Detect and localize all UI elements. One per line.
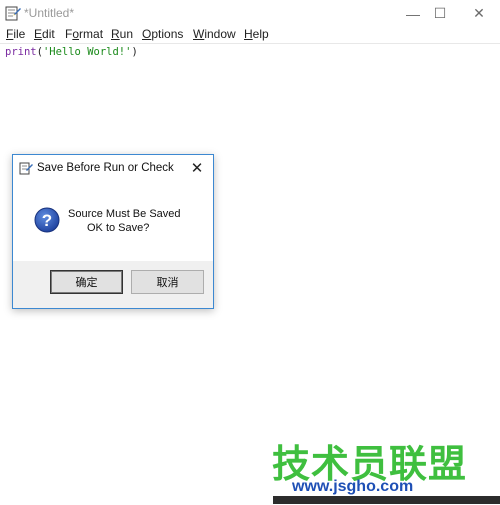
watermark: 技术员联盟 www.jsgho.com	[272, 433, 500, 504]
ok-button[interactable]: 确定	[50, 270, 123, 294]
maximize-icon: ☐	[433, 5, 447, 21]
watermark-url: www.jsgho.com	[292, 478, 414, 495]
menu-edit[interactable]: Edit	[34, 27, 55, 41]
menu-run[interactable]: Run	[111, 27, 133, 41]
menu-format[interactable]: Format	[65, 27, 103, 41]
menu-help[interactable]: Help	[244, 27, 269, 41]
dialog-close-button[interactable]: ✕	[187, 158, 207, 178]
code-line: print('Hello World!')	[5, 46, 138, 58]
dialog-footer: 确定 取消	[13, 261, 213, 308]
code-paren-close: )	[131, 46, 138, 58]
dialog-message-line2: OK to Save?	[87, 222, 150, 234]
menu-bar: File Edit Format Run Options Window Help	[0, 27, 500, 43]
dialog-titlebar[interactable]: Save Before Run or Check ✕	[13, 155, 213, 181]
dialog-message-line1: Source Must Be Saved	[68, 208, 181, 220]
window-titlebar[interactable]: *Untitled* — ☐ ✕	[0, 0, 500, 27]
window-title: *Untitled*	[24, 6, 75, 20]
python-idle-icon	[5, 6, 21, 21]
dialog-title: Save Before Run or Check	[37, 162, 174, 174]
menu-options[interactable]: Options	[142, 27, 183, 41]
close-button[interactable]: ✕	[456, 0, 500, 27]
dialog-body: ? Source Must Be Saved OK to Save?	[13, 181, 213, 261]
taskbar-strip	[273, 496, 500, 504]
close-icon: ✕	[473, 5, 485, 21]
code-string: 'Hello World!'	[42, 46, 132, 58]
close-icon: ✕	[190, 160, 204, 177]
cancel-button[interactable]: 取消	[131, 270, 204, 294]
python-feather-icon	[19, 162, 33, 175]
menu-window[interactable]: Window	[193, 27, 236, 41]
save-dialog: Save Before Run or Check ✕ ? Source Must…	[12, 154, 214, 309]
menu-file[interactable]: File	[6, 27, 25, 41]
svg-text:?: ?	[42, 211, 52, 230]
code-keyword: print	[5, 46, 37, 58]
question-icon: ?	[34, 207, 60, 233]
